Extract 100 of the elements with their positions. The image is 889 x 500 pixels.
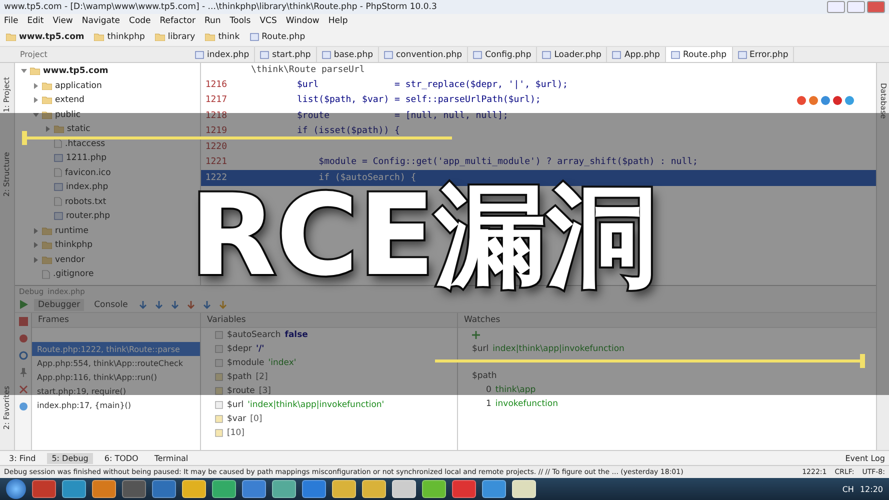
taskbar-app-icon[interactable] (422, 480, 446, 498)
line-number: 1216 (204, 80, 227, 90)
maximize-button[interactable] (847, 1, 865, 13)
tree-item[interactable]: application (55, 80, 102, 91)
tree-item[interactable]: static (67, 124, 90, 134)
add-icon[interactable] (472, 331, 480, 339)
event-log-button[interactable]: Event Log (845, 454, 885, 462)
menu-item[interactable]: Refactor (160, 16, 196, 26)
debug-tab[interactable]: Debugger (34, 298, 84, 310)
menu-item[interactable]: Code (129, 16, 151, 26)
panel-title[interactable]: Project (20, 50, 48, 59)
taskbar-app-icon[interactable] (302, 480, 326, 498)
tree-item[interactable]: favicon.ico (65, 168, 111, 178)
taskbar-app-icon[interactable] (62, 480, 86, 498)
clock[interactable]: 12:20 (860, 484, 883, 494)
watch-value: index|think\app|invokefunction (492, 344, 624, 354)
taskbar-app-icon[interactable] (32, 480, 56, 498)
editor-tab[interactable]: index.php (190, 47, 256, 62)
minimize-button[interactable] (827, 1, 845, 13)
expand-arrow-icon[interactable] (33, 112, 39, 118)
menu-item[interactable]: Window (286, 16, 320, 26)
taskbar-app-icon[interactable] (512, 480, 536, 498)
tree-item[interactable]: vendor (55, 254, 85, 265)
menu-item[interactable]: VCS (260, 16, 277, 26)
taskbar-app-icon[interactable] (242, 480, 266, 498)
taskbar-app-icon[interactable] (272, 480, 296, 498)
taskbar-app-icon[interactable] (122, 480, 146, 498)
taskbar-app-icon[interactable] (212, 480, 236, 498)
editor-tab[interactable]: Config.php (468, 47, 538, 62)
tool-window-tab[interactable]: 5: Debug (46, 452, 94, 464)
close-icon[interactable] (18, 385, 28, 394)
tree-item[interactable]: 1211.php (66, 153, 107, 164)
line-number: 1218 (204, 110, 227, 121)
editor-tab[interactable]: Error.php (732, 47, 794, 62)
tree-item[interactable]: router.php (66, 211, 110, 222)
tree-item[interactable]: index.php (66, 182, 108, 192)
step-icon[interactable] (186, 300, 196, 310)
menu-item[interactable]: Run (204, 16, 221, 26)
editor-tab[interactable]: convention.php (378, 47, 468, 62)
tree-item[interactable]: robots.txt (65, 196, 106, 207)
frame-item[interactable]: index.php:17, {main}() (32, 398, 200, 412)
taskbar-app-icon[interactable] (182, 480, 206, 498)
pin-icon[interactable] (18, 368, 28, 377)
editor-tab[interactable]: base.php (316, 47, 379, 62)
expand-arrow-icon[interactable] (33, 97, 39, 104)
close-button[interactable] (867, 1, 885, 13)
breadcrumb-item[interactable]: think (205, 32, 240, 42)
step-icon[interactable] (138, 300, 148, 310)
tree-item[interactable]: extend (55, 95, 84, 106)
step-icon[interactable] (170, 300, 180, 310)
editor-breadcrumb: \think\Route parseUrl (251, 65, 365, 75)
step-icon[interactable] (154, 300, 164, 310)
language-indicator[interactable]: CH (842, 484, 854, 494)
breadcrumb-item[interactable]: thinkphp (94, 32, 145, 42)
variable-name: $autoSearch (227, 330, 281, 340)
taskbar-app-icon[interactable] (152, 480, 176, 498)
tree-item[interactable]: runtime (55, 226, 88, 236)
expand-arrow-icon[interactable] (21, 68, 27, 74)
menu-item[interactable]: Tools (230, 16, 251, 26)
tree-item[interactable]: public (55, 110, 81, 120)
menu-item[interactable]: Edit (27, 16, 44, 26)
variable-name: $var (227, 414, 246, 424)
editor-tab[interactable]: Route.php (666, 47, 732, 62)
taskbar-app-icon[interactable] (452, 480, 476, 498)
menu-item[interactable]: Navigate (82, 16, 120, 26)
editor-tab[interactable]: App.php (607, 47, 666, 62)
tree-item[interactable]: .htaccess (65, 138, 106, 149)
step-icon[interactable] (218, 300, 228, 310)
panel-title: Watches (464, 315, 500, 325)
variable-value: [0] (250, 414, 262, 424)
frame-item[interactable]: start.php:19, require() (32, 384, 200, 398)
frame-item[interactable]: App.php:116, think\App::run() (32, 370, 200, 384)
taskbar-app-icon[interactable] (92, 480, 116, 498)
tool-window-tab[interactable]: 3: Find (4, 452, 41, 464)
tree-item[interactable]: thinkphp (55, 240, 93, 250)
code-line: if ($autoSearch) { (318, 172, 416, 183)
resume-icon[interactable] (19, 300, 28, 309)
editor-tab[interactable]: Loader.php (537, 47, 608, 62)
expand-arrow-icon[interactable] (33, 82, 39, 89)
step-icon[interactable] (202, 300, 212, 310)
tool-window-tab[interactable]: Terminal (149, 452, 194, 464)
menu-item[interactable]: File (4, 16, 18, 26)
taskbar-app-icon[interactable] (332, 480, 356, 498)
breadcrumb-item[interactable]: www.tp5.com (6, 32, 84, 42)
start-button[interactable] (6, 479, 26, 499)
variable-value: 'index|think\app|invokefunction' (248, 400, 384, 410)
debug-tab[interactable]: Console (90, 298, 132, 310)
menu-item[interactable]: View (52, 16, 73, 26)
breadcrumb-item[interactable]: library (154, 32, 196, 42)
breadcrumb-item[interactable]: Route.php (250, 32, 306, 42)
editor-tab[interactable]: start.php (255, 47, 317, 62)
menu-item[interactable]: Help (328, 16, 348, 26)
frame-item[interactable]: App.php:554, think\App::routeCheck (32, 356, 200, 370)
stop-icon[interactable] (18, 317, 28, 326)
tool-window-tab[interactable]: 6: TODO (99, 452, 144, 464)
tree-item[interactable]: .gitignore (53, 269, 94, 280)
taskbar-app-icon[interactable] (392, 480, 416, 498)
taskbar-app-icon[interactable] (482, 480, 506, 498)
taskbar-app-icon[interactable] (362, 480, 386, 498)
tree-item[interactable]: www.tp5.com (43, 66, 108, 76)
